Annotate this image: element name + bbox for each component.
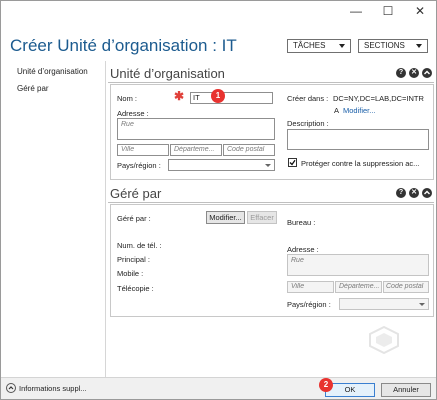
manager-country-select[interactable]: [339, 298, 429, 310]
name-label: Nom :: [117, 94, 138, 103]
protect-checkbox[interactable]: [288, 158, 297, 167]
minimize-button[interactable]: —: [340, 1, 372, 21]
collapse-icon[interactable]: [422, 68, 432, 78]
manager-street-textarea[interactable]: Rue: [287, 254, 429, 276]
office-label: Bureau :: [287, 218, 316, 227]
city-input[interactable]: Ville: [117, 144, 169, 156]
expand-info-icon[interactable]: [6, 383, 16, 393]
collapse-icon[interactable]: [422, 188, 432, 198]
sections-dropdown[interactable]: SECTIONS: [358, 39, 428, 53]
street-textarea[interactable]: Rue: [117, 118, 275, 140]
manager-postal-code-placeholder: Code postal: [386, 283, 424, 290]
clear-manager-button[interactable]: Effacer: [247, 211, 277, 224]
managed-section-header: Géré par ? ✕: [108, 184, 434, 203]
more-info-label[interactable]: Informations suppl...: [19, 384, 87, 393]
address-label: Adresse :: [117, 109, 149, 118]
manager-postal-code-input[interactable]: Code postal: [383, 281, 429, 293]
callout-2-badge: 2: [319, 378, 333, 392]
maximize-button[interactable]: ☐: [372, 1, 404, 21]
manager-country-label: Pays/région :: [287, 300, 331, 309]
manager-city-input[interactable]: Ville: [287, 281, 334, 293]
help-icon[interactable]: ?: [396, 188, 406, 198]
help-icon[interactable]: ?: [396, 68, 406, 78]
close-section-icon[interactable]: ✕: [409, 68, 419, 78]
mobile-label: Mobile :: [117, 269, 144, 278]
manager-street-placeholder: Rue: [291, 257, 304, 264]
manager-department-placeholder: Départeme...: [339, 283, 380, 290]
footer-bar: Informations suppl... OK Annuler 2: [1, 377, 436, 399]
fax-label: Télécopie :: [117, 284, 154, 293]
department-placeholder: Départeme...: [174, 146, 215, 153]
tasks-dropdown[interactable]: TÂCHES: [287, 39, 351, 53]
country-select[interactable]: [168, 159, 275, 171]
managed-by-label: Géré par :: [117, 214, 151, 223]
title-bar: — ☐ ✕: [1, 1, 436, 23]
phone-label: Num. de tél. :: [117, 241, 162, 250]
sections-label: SECTIONS: [364, 41, 405, 50]
postal-code-placeholder: Code postal: [227, 146, 265, 153]
street-placeholder: Rue: [121, 121, 134, 128]
create-ou-window: — ☐ ✕ Créer Unité d’organisation : IT TÂ…: [0, 0, 437, 400]
modify-manager-button[interactable]: Modifier...: [206, 211, 245, 224]
callout-1-badge: 1: [211, 89, 225, 103]
country-label: Pays/région :: [117, 161, 161, 170]
ou-section-header: Unité d’organisation ? ✕: [108, 64, 434, 83]
close-section-icon[interactable]: ✕: [409, 188, 419, 198]
protect-label: Protéger contre la suppression ac...: [301, 159, 420, 168]
city-placeholder: Ville: [121, 146, 135, 153]
create-in-tail: A: [334, 106, 340, 115]
watermark-logo: [369, 326, 399, 354]
main-content: Unité d’organisation ? ✕ Nom : ✱ IT 1 Ad…: [105, 61, 435, 377]
department-input[interactable]: Départeme...: [170, 144, 222, 156]
managed-section-title: Géré par: [110, 186, 162, 201]
manager-department-input[interactable]: Départeme...: [335, 281, 382, 293]
create-in-value: DC=NY,DC=LAB,DC=INTR: [333, 94, 424, 103]
name-input[interactable]: IT: [190, 92, 273, 104]
required-icon: ✱: [174, 89, 185, 103]
sidebar-item-managed-by[interactable]: Géré par: [17, 84, 49, 93]
create-in-label: Créer dans :: [287, 94, 329, 103]
tasks-label: TÂCHES: [293, 41, 326, 50]
ou-section-title: Unité d’organisation: [110, 66, 225, 81]
close-window-button[interactable]: ✕: [404, 1, 436, 21]
chevron-down-icon: [265, 164, 271, 167]
ou-panel: Nom : ✱ IT 1 Adresse : Rue Ville Départe…: [110, 84, 434, 180]
modify-container-link[interactable]: Modifier...: [343, 106, 376, 115]
cancel-button[interactable]: Annuler: [381, 383, 431, 397]
sidebar: Unité d’organisation Géré par: [1, 61, 105, 377]
page-header: Créer Unité d’organisation : IT TÂCHES S…: [1, 23, 436, 61]
description-input[interactable]: [287, 129, 429, 150]
manager-city-placeholder: Ville: [291, 283, 305, 290]
main-phone-label: Principal :: [117, 255, 150, 264]
postal-code-input[interactable]: Code postal: [223, 144, 275, 156]
chevron-down-icon: [419, 303, 425, 306]
sidebar-item-ou[interactable]: Unité d’organisation: [17, 67, 88, 76]
description-label: Description :: [287, 119, 329, 128]
chevron-down-icon: [339, 44, 345, 48]
manager-address-label: Adresse :: [287, 245, 319, 254]
chevron-down-icon: [416, 44, 422, 48]
managed-panel: Géré par : Modifier... Effacer Num. de t…: [110, 204, 434, 317]
page-title: Créer Unité d’organisation : IT: [10, 36, 237, 55]
